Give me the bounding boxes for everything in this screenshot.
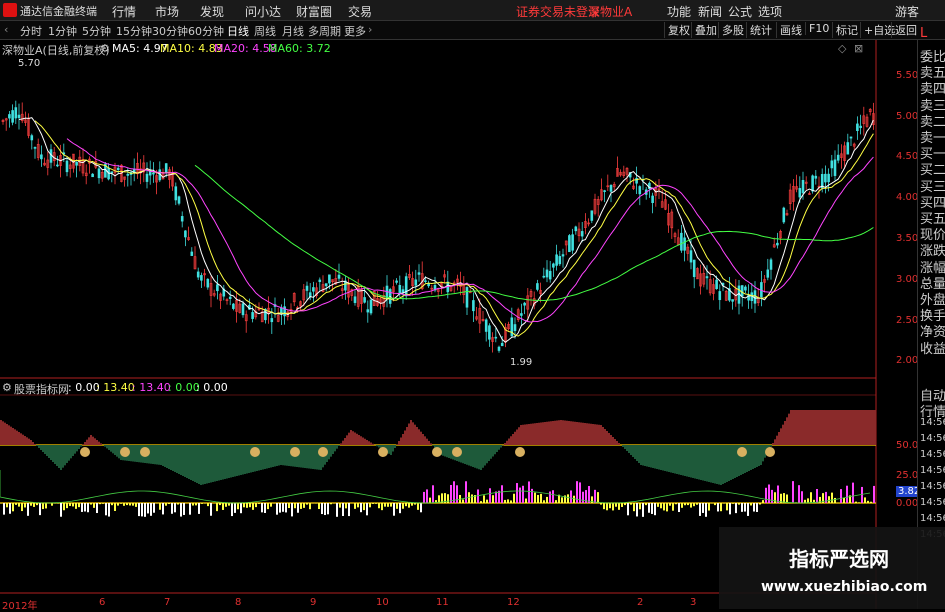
panel-time-label: 14:56 (920, 433, 945, 444)
chart-grid (0, 40, 876, 609)
y-tick: 5.50 (896, 70, 918, 81)
moving-average-lines (19, 118, 873, 343)
panel-time-label: 14:56 (920, 513, 945, 524)
x-tick: 10 (376, 597, 389, 608)
y-tick: 4.50 (896, 151, 918, 162)
watermark-title: 指标严选网 (789, 543, 889, 572)
indicator-y-tick: 0.00 (896, 498, 918, 509)
low-price-label: 1.99 (510, 357, 532, 368)
indicator-value: : 0.00 (168, 381, 200, 394)
panel-time-label: 14:56 (920, 449, 945, 460)
watermark-url: www.xuezhibiao.com (761, 579, 927, 595)
indicator-value: : 0.00 (196, 381, 228, 394)
chart-title: 深物业A(日线,前复权) (2, 42, 110, 58)
candlesticks (2, 101, 874, 353)
indicator-value: : 13.40 (96, 381, 135, 394)
diamond-icon[interactable]: ◇ (838, 42, 846, 55)
x-tick: 11 (436, 597, 449, 608)
x-tick: 12 (507, 597, 520, 608)
indicator-title: 股票指标网 (14, 381, 69, 397)
y-tick: 2.00 (896, 355, 918, 366)
y-tick: 3.50 (896, 233, 918, 244)
y-tick: 5.00 (896, 111, 918, 122)
indicator-value: : 0.00 (68, 381, 100, 394)
x-tick: 9 (310, 597, 316, 608)
expand-icon[interactable]: ⊠ (854, 42, 863, 55)
x-tick: 6 (99, 597, 105, 608)
watermark-banner: 指标严选网 www.xuezhibiao.com (719, 527, 945, 609)
indicator-gear-icon[interactable]: ⚙ (2, 381, 12, 394)
y-tick: 4.00 (896, 192, 918, 203)
x-tick: 7 (164, 597, 170, 608)
panel-tag: L (920, 26, 927, 41)
indicator-panel (0, 410, 876, 517)
x-tick: 3 (690, 597, 696, 608)
panel-time-label: 14:56 (920, 481, 945, 492)
x-tick: 8 (235, 597, 241, 608)
x-tick: 2 (637, 597, 643, 608)
y-tick: 3.00 (896, 274, 918, 285)
x-tick: 2012年 (2, 597, 37, 612)
ma60-value: MA60: 3.72 (268, 42, 331, 55)
y-tick: 2.50 (896, 315, 918, 326)
panel-time-label: 14:56 (920, 417, 945, 428)
settings-gear-icon[interactable]: ⚙ (100, 42, 110, 55)
panel-field-label: 收益 (920, 338, 945, 357)
panel-time-label: 14:56 (920, 497, 945, 508)
high-price-label: 5.70 (18, 58, 40, 69)
quote-side-panel: L 委比卖五卖四卖三卖二卖一买一买二买三买四买五现价涨跌涨幅总量外盘换手净资收益… (917, 40, 945, 609)
kline-chart[interactable] (0, 0, 917, 609)
panel-time-label: 14:56 (920, 465, 945, 476)
indicator-value: : 13.40 (132, 381, 171, 394)
